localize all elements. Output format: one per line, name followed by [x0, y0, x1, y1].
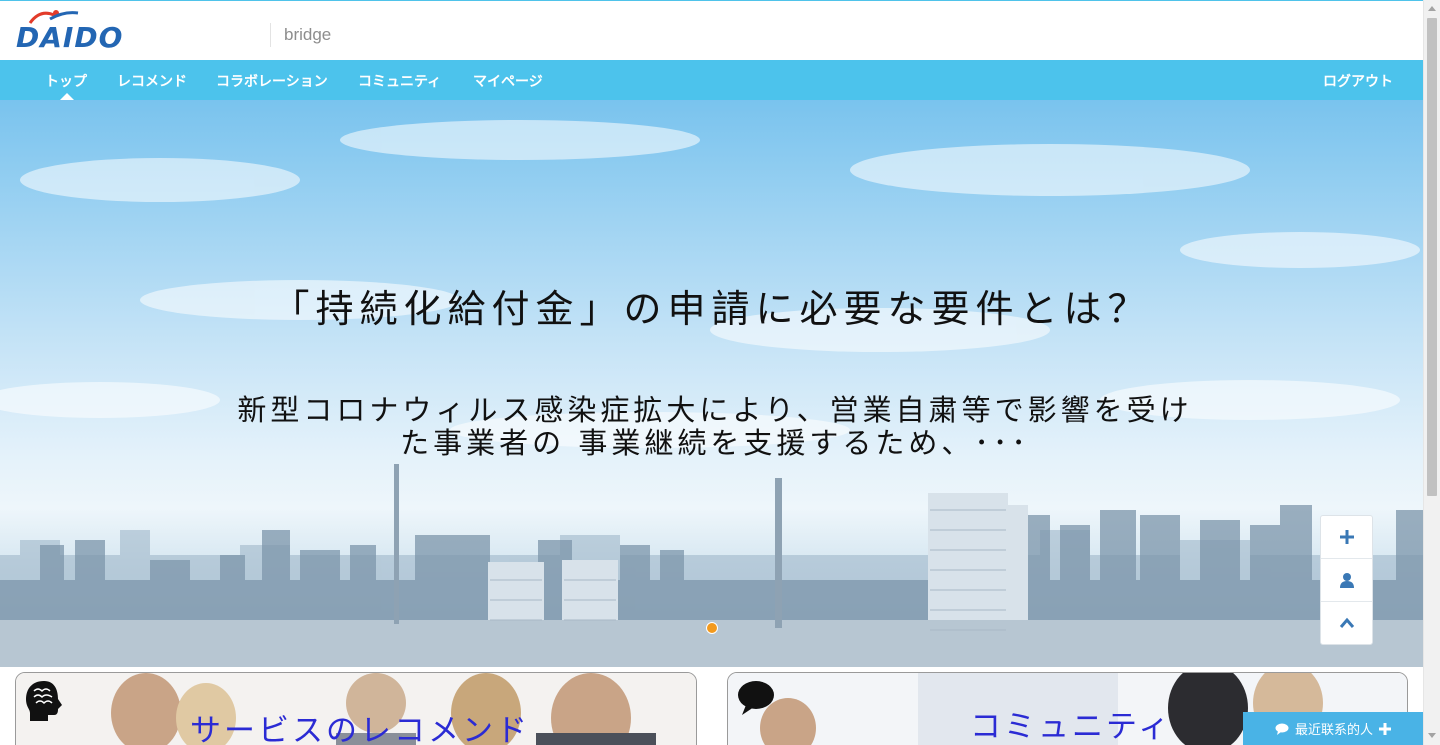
- hero-subtitle: 新型コロナウィルス感染症拡大により、営業自粛等で影響を受け た事業者の 事業継続…: [150, 394, 1280, 460]
- scroll-thumb[interactable]: [1427, 18, 1437, 496]
- plus-icon: [1379, 722, 1391, 735]
- hero-banner: 「持続化給付金」の申請に必要な要件とは？ 新型コロナウィルス感染症拡大により、営…: [0, 100, 1423, 667]
- chevron-up-icon: [1339, 617, 1354, 628]
- hero-cityscape-image: [0, 120, 1423, 667]
- page-scrollbar[interactable]: [1423, 0, 1440, 745]
- main-nav: トップ レコメンド コラボレーション コミュニティ マイページ ログアウト: [0, 60, 1423, 100]
- nav-item-community[interactable]: コミュニティ: [358, 71, 441, 91]
- recent-contacts-button[interactable]: 最近联系的人: [1243, 712, 1423, 745]
- chat-icon: [1275, 723, 1289, 735]
- brain-head-icon: [26, 681, 62, 721]
- community-card-title: コミュニティ: [970, 709, 1173, 745]
- recommend-card[interactable]: サービスのレコメンド: [15, 672, 697, 745]
- slider-dot-active[interactable]: [706, 622, 718, 634]
- active-nav-indicator: [60, 93, 74, 100]
- page: DAIDO bridge トップ レコメンド コラボレーション コミュニティ マ…: [0, 0, 1440, 745]
- plus-icon: [1339, 530, 1354, 544]
- scroll-top-button[interactable]: [1321, 601, 1372, 643]
- recent-contacts-label: 最近联系的人: [1294, 723, 1373, 738]
- floating-toolbar: [1320, 515, 1373, 645]
- scroll-up-arrow[interactable]: [1428, 6, 1436, 11]
- hero-title: 「持続化給付金」の申請に必要な要件とは？: [271, 287, 1152, 331]
- user-icon: [1339, 572, 1354, 588]
- nav-item-top[interactable]: トップ: [45, 71, 87, 91]
- site-subtitle: bridge: [284, 25, 332, 44]
- recommend-card-title: サービスのレコメンド: [190, 713, 530, 745]
- nav-item-collaboration[interactable]: コラボレーション: [216, 71, 328, 91]
- logo[interactable]: DAIDO: [14, 7, 122, 55]
- header-divider: [270, 23, 271, 47]
- add-button[interactable]: [1321, 516, 1372, 558]
- nav-item-mypage[interactable]: マイページ: [473, 71, 543, 91]
- speech-bubble-icon: [738, 681, 774, 715]
- logo-text: DAIDO: [16, 21, 124, 54]
- nav-item-recommend[interactable]: レコメンド: [117, 71, 187, 91]
- hero-subtitle-line-1: 新型コロナウィルス感染症拡大により、営業自粛等で影響を受け: [237, 393, 1193, 427]
- site-header: DAIDO bridge: [0, 0, 1423, 60]
- logout-link[interactable]: ログアウト: [1323, 71, 1393, 91]
- profile-button[interactable]: [1321, 558, 1372, 600]
- scroll-down-arrow[interactable]: [1428, 733, 1436, 738]
- hero-subtitle-line-2: た事業者の 事業継続を支援するため、･･･: [400, 426, 1030, 460]
